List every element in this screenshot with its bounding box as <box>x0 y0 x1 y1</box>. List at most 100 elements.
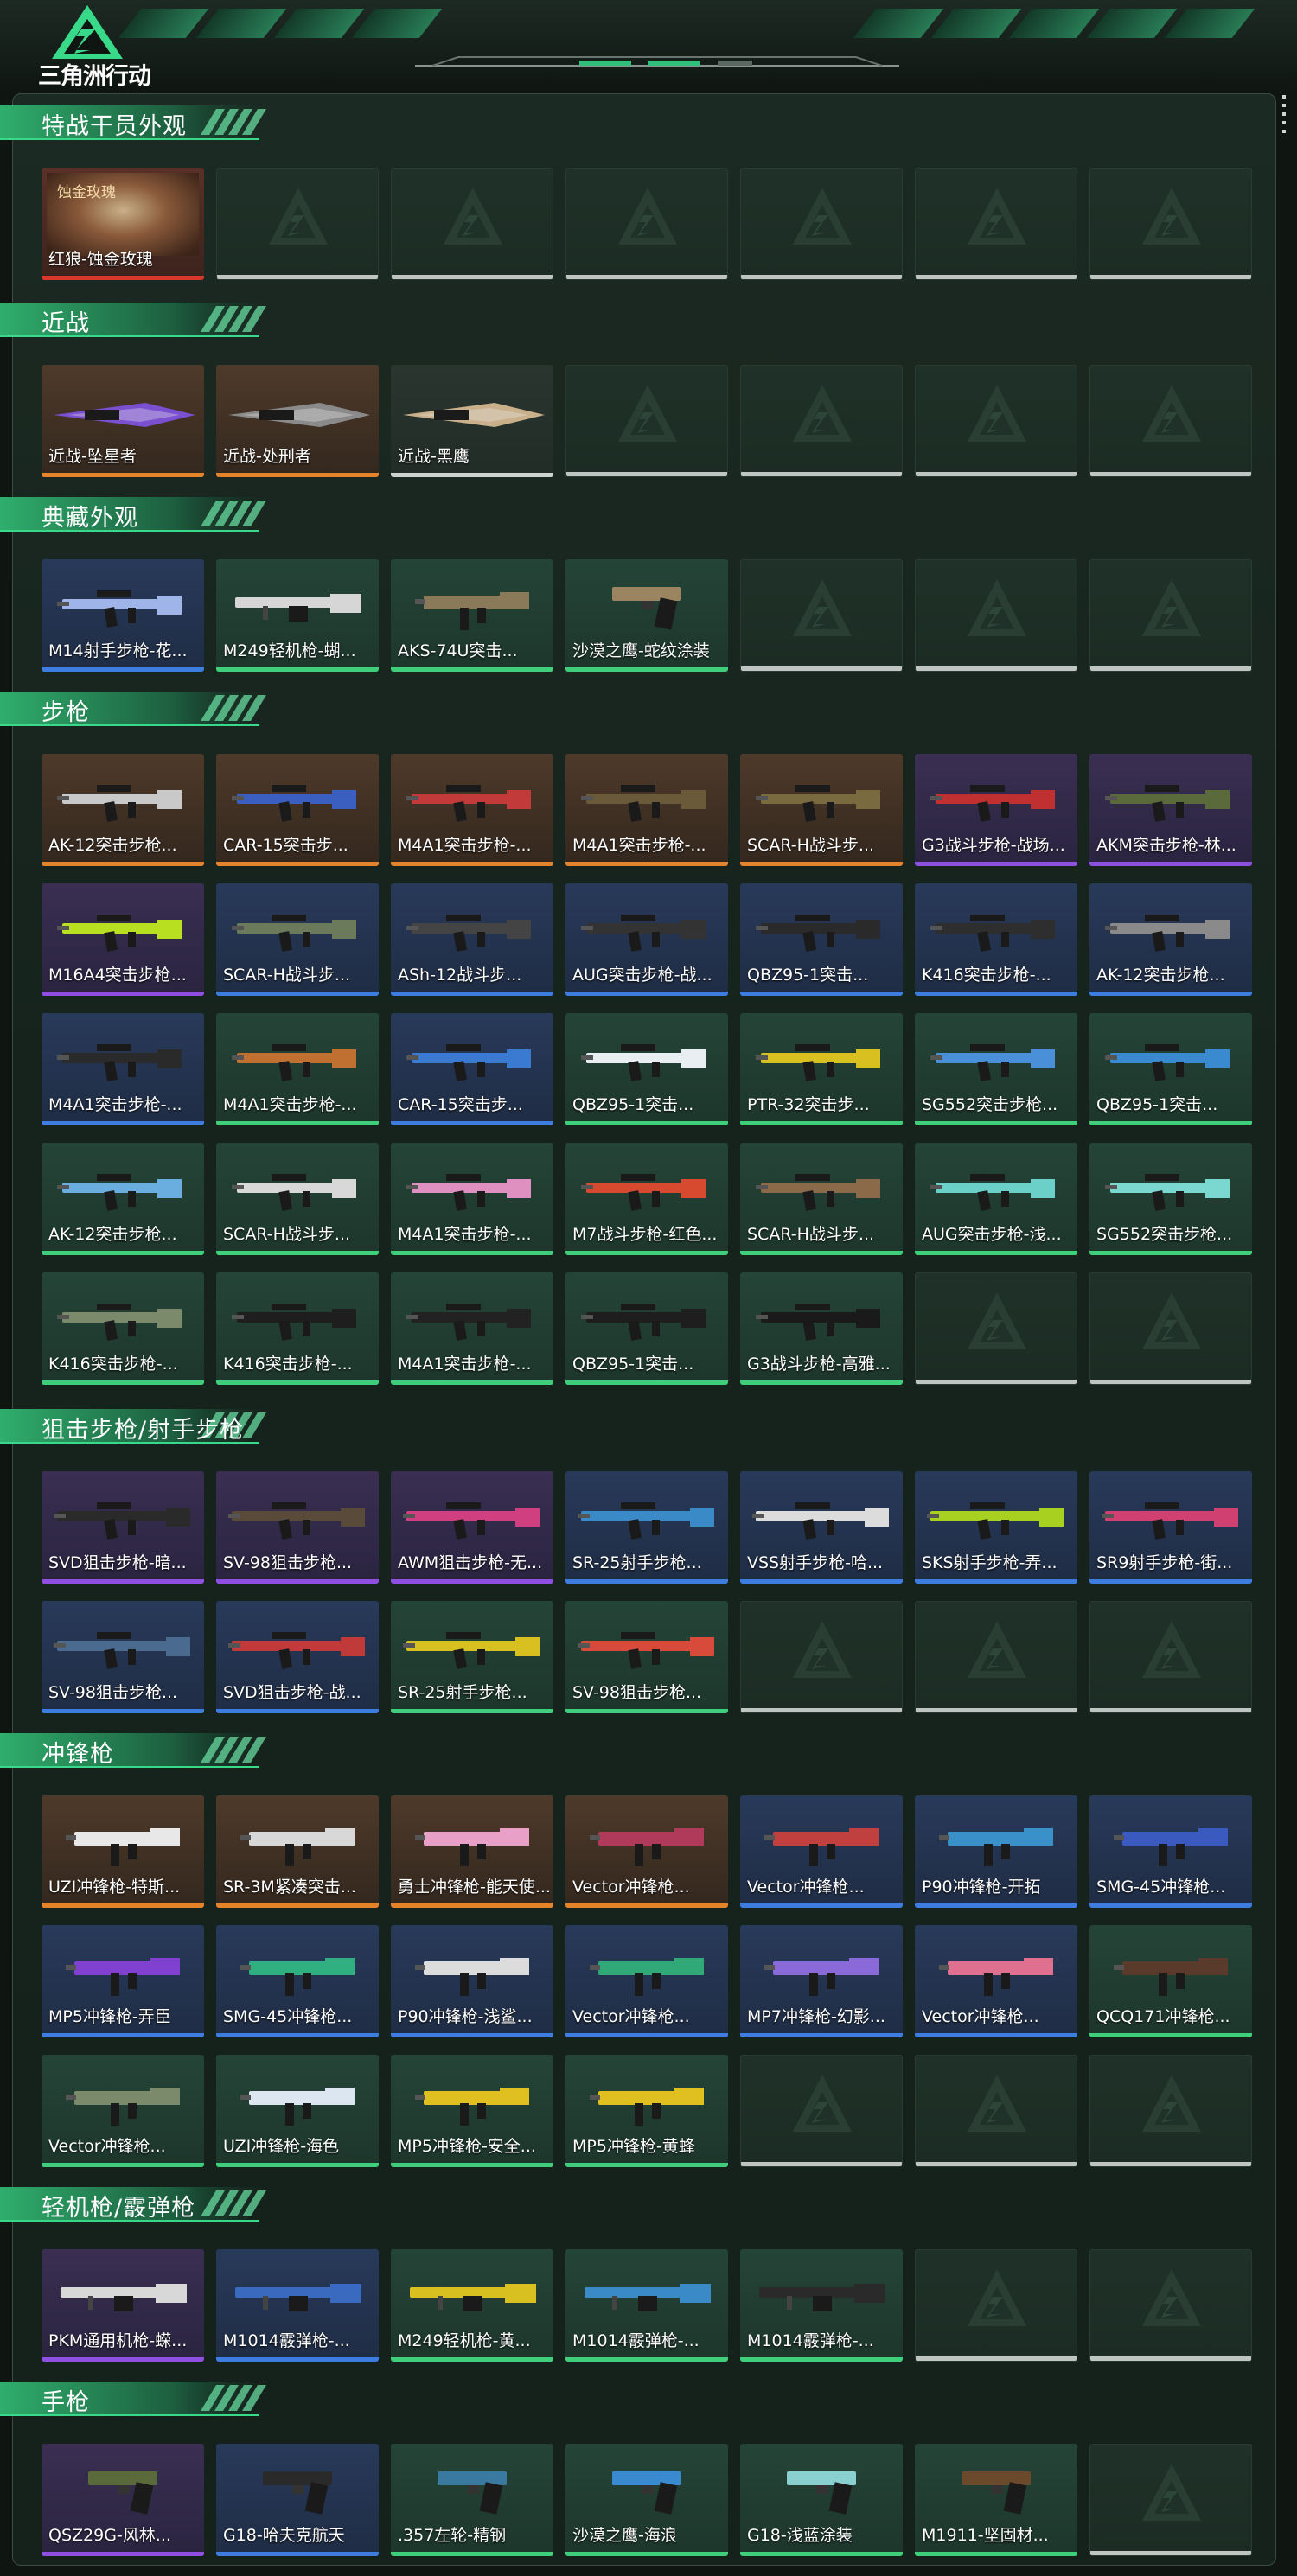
rarity-bar <box>391 1380 553 1385</box>
item-card[interactable]: SV-98狙击步枪... <box>565 1601 728 1713</box>
item-card[interactable]: QSZ29G-风林... <box>42 2444 204 2556</box>
right-stripes <box>853 9 1255 38</box>
item-card[interactable]: Vector冲锋枪... <box>740 1795 903 1908</box>
item-card[interactable]: Vector冲锋枪... <box>565 1925 728 2037</box>
item-card[interactable]: PTR-32突击步... <box>740 1013 903 1125</box>
item-card[interactable]: SKS射手步枪-弄... <box>915 1471 1077 1584</box>
item-name: K416突击步枪-... <box>223 1355 353 1374</box>
item-card[interactable]: PKM通用机枪-蝾... <box>42 2249 204 2362</box>
item-card[interactable]: M14射手步枪-花... <box>42 559 204 672</box>
item-card[interactable]: M1911-坚固材... <box>915 2444 1077 2556</box>
item-card[interactable]: K416突击步枪-... <box>915 883 1077 996</box>
scroll-indicator[interactable] <box>1281 95 1287 156</box>
item-card[interactable]: 近战-黑鹰 <box>391 365 553 477</box>
rarity-bar <box>916 275 1077 279</box>
item-card[interactable]: SCAR-H战斗步... <box>740 754 903 866</box>
item-card[interactable]: Vector冲锋枪... <box>42 2055 204 2167</box>
item-card[interactable]: SR-3M紧凑突击... <box>216 1795 379 1908</box>
item-card[interactable]: AUG突击步枪-战... <box>565 883 728 996</box>
item-card[interactable]: CAR-15突击步... <box>391 1013 553 1125</box>
item-card[interactable]: AUG突击步枪-浅... <box>915 1143 1077 1255</box>
item-card[interactable]: SR-25射手步枪... <box>565 1471 728 1584</box>
item-card[interactable]: P90冲锋枪-开拓 <box>915 1795 1077 1908</box>
item-card[interactable]: K416突击步枪-... <box>42 1272 204 1385</box>
item-card[interactable]: G3战斗步枪-战场... <box>915 754 1077 866</box>
item-card[interactable]: M1014霰弹枪-... <box>565 2249 728 2362</box>
item-card[interactable]: AK-12突击步枪... <box>42 754 204 866</box>
item-card[interactable]: 蚀金玫瑰 红狼-蚀金玫瑰 <box>42 168 204 280</box>
empty-slot <box>915 2055 1077 2167</box>
item-card[interactable]: VSS射手步枪-哈... <box>740 1471 903 1584</box>
item-card[interactable]: M4A1突击步枪-... <box>391 1272 553 1385</box>
item-card[interactable]: SG552突击步枪... <box>915 1013 1077 1125</box>
rarity-bar <box>565 1121 728 1125</box>
item-card[interactable]: AWM狙击步枪-无... <box>391 1471 553 1584</box>
item-card[interactable]: 勇士冲锋枪-能天使... <box>391 1795 553 1908</box>
item-card[interactable]: SG552突击步枪... <box>1089 1143 1252 1255</box>
item-card[interactable]: M7战斗步枪-红色... <box>565 1143 728 1255</box>
item-card[interactable]: SVD狙击步枪-暗... <box>42 1471 204 1584</box>
item-card[interactable]: UZI冲锋枪-特斯... <box>42 1795 204 1908</box>
item-card[interactable]: AK-12突击步枪... <box>1089 883 1252 996</box>
item-card[interactable]: SCAR-H战斗步... <box>216 883 379 996</box>
item-card[interactable]: 沙漠之鹰-海浪 <box>565 2444 728 2556</box>
placeholder-logo-icon <box>793 188 852 245</box>
item-card[interactable]: QBZ95-1突击... <box>1089 1013 1252 1125</box>
item-card[interactable]: G18-浅蓝涂装 <box>740 2444 903 2556</box>
item-card[interactable]: QBZ95-1突击... <box>565 1013 728 1125</box>
item-card[interactable]: UZI冲锋枪-海色 <box>216 2055 379 2167</box>
rarity-bar <box>391 1251 553 1255</box>
item-card[interactable]: K416突击步枪-... <box>216 1272 379 1385</box>
item-card[interactable]: AK-12突击步枪... <box>42 1143 204 1255</box>
item-card[interactable]: MP5冲锋枪-弄臣 <box>42 1925 204 2037</box>
item-card[interactable]: M4A1突击步枪-... <box>216 1013 379 1125</box>
item-card[interactable]: MP5冲锋枪-黄蜂 <box>565 2055 728 2167</box>
item-card[interactable]: 沙漠之鹰-蛇纹涂装 <box>565 559 728 672</box>
item-card[interactable]: MP7冲锋枪-幻影... <box>740 1925 903 2037</box>
rifle-icon <box>1105 1044 1230 1081</box>
item-card[interactable]: MP5冲锋枪-安全... <box>391 2055 553 2167</box>
item-card[interactable]: AKM突击步枪-林... <box>1089 754 1252 866</box>
item-card[interactable]: M4A1突击步枪-... <box>391 1143 553 1255</box>
item-card[interactable]: G3战斗步枪-高雅... <box>740 1272 903 1385</box>
item-card[interactable]: SCAR-H战斗步... <box>740 1143 903 1255</box>
rarity-bar <box>42 862 204 866</box>
item-card[interactable]: Vector冲锋枪... <box>565 1795 728 1908</box>
item-card[interactable]: AKS-74U突击... <box>391 559 553 672</box>
item-card[interactable]: SR9射手步枪-街... <box>1089 1471 1252 1584</box>
item-card[interactable]: M4A1突击步枪-... <box>391 754 553 866</box>
item-card[interactable]: P90冲锋枪-浅鲨... <box>391 1925 553 2037</box>
item-card[interactable]: QBZ95-1突击... <box>740 883 903 996</box>
item-card[interactable]: M16A4突击步枪... <box>42 883 204 996</box>
rarity-bar <box>391 667 553 672</box>
item-card[interactable]: M4A1突击步枪-... <box>42 1013 204 1125</box>
item-card[interactable]: SVD狙击步枪-战... <box>216 1601 379 1713</box>
item-card[interactable]: SV-98狙击步枪... <box>216 1471 379 1584</box>
item-card[interactable]: M4A1突击步枪-... <box>565 754 728 866</box>
rifle-icon <box>756 915 880 952</box>
rarity-bar <box>42 2163 204 2167</box>
item-card[interactable]: CAR-15突击步... <box>216 754 379 866</box>
pistol-icon <box>263 2471 332 2515</box>
item-card[interactable]: Vector冲锋枪... <box>915 1925 1077 2037</box>
item-card[interactable]: .357左轮-精钢 <box>391 2444 553 2556</box>
item-card[interactable]: SV-98狙击步枪... <box>42 1601 204 1713</box>
item-card[interactable]: M1014霰弹枪-... <box>740 2249 903 2362</box>
sniper-icon <box>228 1502 365 1540</box>
item-card[interactable]: M249轻机枪-蝴... <box>216 559 379 672</box>
item-card[interactable]: M1014霰弹枪-... <box>216 2249 379 2362</box>
rarity-bar <box>391 2033 553 2037</box>
lmg-icon <box>235 594 361 622</box>
item-card[interactable]: SMG-45冲锋枪... <box>1089 1795 1252 1908</box>
item-card[interactable]: QCQ171冲锋枪... <box>1089 1925 1252 2037</box>
item-card[interactable]: SMG-45冲锋枪... <box>216 1925 379 2037</box>
item-card[interactable]: M249轻机枪-黄... <box>391 2249 553 2362</box>
item-card[interactable]: SCAR-H战斗步... <box>216 1143 379 1255</box>
item-card[interactable]: 近战-坠星者 <box>42 365 204 477</box>
item-card[interactable]: G18-哈夫克航天 <box>216 2444 379 2556</box>
item-card[interactable]: QBZ95-1突击... <box>565 1272 728 1385</box>
item-card[interactable]: 近战-处刑者 <box>216 365 379 477</box>
item-card[interactable]: SR-25射手步枪... <box>391 1601 553 1713</box>
pistol-icon <box>438 2471 507 2515</box>
item-card[interactable]: ASh-12战斗步... <box>391 883 553 996</box>
